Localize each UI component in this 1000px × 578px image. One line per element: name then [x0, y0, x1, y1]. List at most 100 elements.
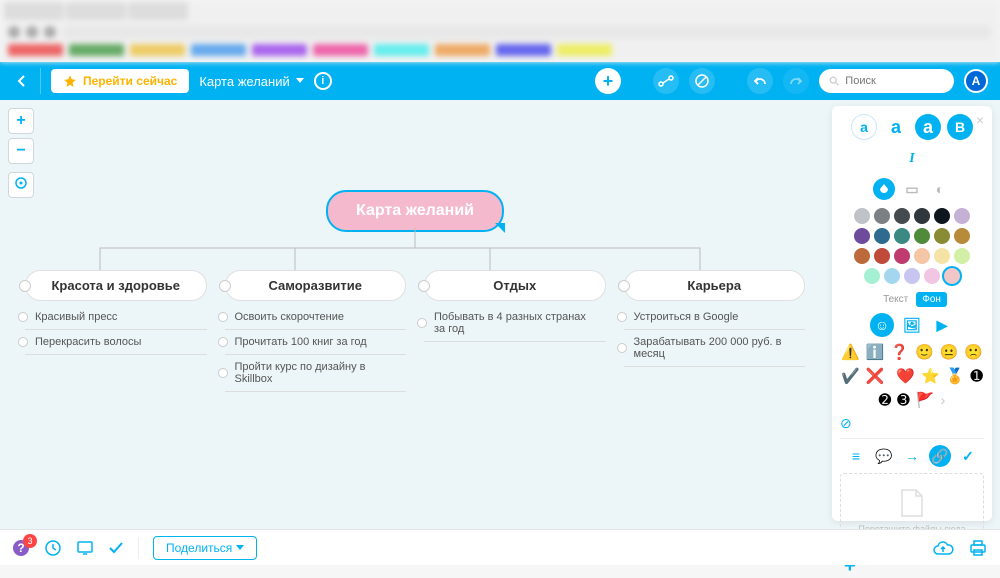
help-button[interactable]: ? 3: [12, 539, 30, 557]
emoji-option[interactable]: 🙂: [915, 343, 934, 361]
cloud-button[interactable]: [932, 540, 954, 556]
relation-button[interactable]: [653, 68, 679, 94]
emoji-picker: ⚠️ ℹ️ ❓ 🙂 😐 🙁 ✔️ ❌ ❤️ ⭐ 🏅 ➊ ➋➌ 🚩 ›: [840, 343, 984, 409]
comment-button[interactable]: 💬: [873, 445, 895, 467]
branch: Красота и здоровье Красивый прессПерекрас…: [25, 270, 207, 392]
color-swatch[interactable]: [894, 208, 910, 224]
bold-button[interactable]: B: [947, 114, 973, 140]
color-swatch[interactable]: [924, 268, 940, 284]
tab-text[interactable]: Текст: [877, 292, 914, 307]
image-button[interactable]: 🖼: [900, 313, 924, 337]
color-swatch[interactable]: [914, 248, 930, 264]
color-swatch[interactable]: [854, 228, 870, 244]
emoji-more-button[interactable]: ›: [940, 392, 945, 409]
undo-button[interactable]: [747, 68, 773, 94]
zoom-in-button[interactable]: +: [8, 108, 34, 134]
panel-close-button[interactable]: ×: [976, 112, 984, 128]
emoji-option[interactable]: ❌: [866, 367, 885, 385]
task-button[interactable]: ✓: [957, 445, 979, 467]
color-target-tabs: Текст Фон: [840, 292, 984, 307]
emoji-option[interactable]: 🏅: [946, 367, 965, 385]
emoji-option[interactable]: ⚠️: [841, 343, 860, 361]
note-button[interactable]: ≡: [845, 445, 867, 467]
emoji-option[interactable]: 🙁: [964, 343, 983, 361]
share-button[interactable]: Поделиться: [153, 536, 257, 560]
root-node[interactable]: Карта желаний: [326, 190, 504, 232]
font-medium-button[interactable]: a: [883, 114, 909, 140]
branch-node[interactable]: Отдых: [424, 270, 606, 301]
branch: Саморазвитие Освоить скорочтениеПрочитать…: [225, 270, 407, 392]
color-swatch[interactable]: [864, 268, 880, 284]
arrow-button[interactable]: →: [901, 445, 923, 467]
add-button[interactable]: +: [595, 68, 621, 94]
color-swatch[interactable]: [914, 208, 930, 224]
disable-button[interactable]: [689, 68, 715, 94]
emoji-option[interactable]: ✔️: [841, 367, 860, 385]
emoji-option[interactable]: ❤️: [896, 367, 915, 385]
emoji-option[interactable]: ➌: [897, 391, 910, 409]
back-button[interactable]: [12, 74, 30, 88]
search-input[interactable]: [845, 75, 944, 87]
document-title-dropdown[interactable]: Карта желаний: [199, 74, 303, 89]
color-swatch[interactable]: [884, 268, 900, 284]
color-swatch[interactable]: [854, 248, 870, 264]
color-swatch[interactable]: [874, 228, 890, 244]
upgrade-button[interactable]: Перейти сейчас: [51, 69, 189, 93]
leaf-node[interactable]: Освоить скорочтение: [225, 305, 407, 330]
leaf-node[interactable]: Зарабатывать 200 000 руб. в месяц: [624, 330, 806, 367]
color-swatch[interactable]: [914, 228, 930, 244]
branch-node[interactable]: Красота и здоровье: [25, 270, 207, 301]
history-button[interactable]: [44, 539, 62, 557]
color-swatch[interactable]: [934, 208, 950, 224]
leaf-node[interactable]: Побывать в 4 разных странах за год: [424, 305, 606, 342]
color-swatch[interactable]: [934, 248, 950, 264]
color-swatch[interactable]: [874, 208, 890, 224]
locate-button[interactable]: [8, 172, 34, 198]
emoji-option[interactable]: ❓: [890, 343, 909, 361]
branch-node[interactable]: Саморазвитие: [225, 270, 407, 301]
footer-bar: ? 3 Поделиться: [0, 529, 1000, 565]
border-button[interactable]: ▭: [901, 178, 923, 200]
video-button[interactable]: ▶: [930, 313, 954, 337]
redo-button[interactable]: [783, 68, 809, 94]
tab-background[interactable]: Фон: [916, 292, 947, 307]
color-swatch[interactable]: [904, 268, 920, 284]
zoom-out-button[interactable]: −: [8, 138, 34, 164]
zoom-controls: + −: [8, 108, 34, 198]
color-swatch[interactable]: [874, 248, 890, 264]
emoji-button[interactable]: ☺: [870, 313, 894, 337]
leaf-node[interactable]: Устроиться в Google: [624, 305, 806, 330]
user-avatar[interactable]: A: [964, 69, 988, 93]
emoji-clear-button[interactable]: ⊘: [840, 415, 984, 432]
color-swatch[interactable]: [954, 248, 970, 264]
leaf-node[interactable]: Красивый пресс: [25, 305, 207, 330]
color-swatch[interactable]: [954, 208, 970, 224]
info-button[interactable]: i: [314, 72, 332, 90]
present-button[interactable]: [76, 540, 94, 556]
color-swatch[interactable]: [854, 208, 870, 224]
font-large-button[interactable]: a: [915, 114, 941, 140]
color-swatch[interactable]: [944, 268, 960, 284]
emoji-option[interactable]: ℹ️: [866, 343, 885, 361]
shape-button[interactable]: ◐: [929, 178, 951, 200]
leaf-node[interactable]: Перекрасить волосы: [25, 330, 207, 355]
font-small-button[interactable]: a: [851, 114, 877, 140]
check-button[interactable]: [108, 541, 124, 555]
emoji-option[interactable]: 🚩: [916, 391, 935, 409]
fill-color-button[interactable]: [873, 178, 895, 200]
search-box[interactable]: [819, 69, 954, 93]
print-button[interactable]: [968, 539, 988, 557]
color-swatch[interactable]: [954, 228, 970, 244]
italic-button[interactable]: I: [899, 146, 925, 172]
leaf-node[interactable]: Прочитать 100 книг за год: [225, 330, 407, 355]
emoji-option[interactable]: ➊: [970, 367, 983, 385]
emoji-option[interactable]: 😐: [940, 343, 959, 361]
leaf-node[interactable]: Пройти курс по дизайну в Skillbox: [225, 355, 407, 392]
emoji-option[interactable]: ➋: [879, 391, 892, 409]
color-swatch[interactable]: [894, 248, 910, 264]
color-swatch[interactable]: [894, 228, 910, 244]
branch-node[interactable]: Карьера: [624, 270, 806, 301]
link-button[interactable]: 🔗: [929, 445, 951, 467]
emoji-option[interactable]: ⭐: [921, 367, 940, 385]
color-swatch[interactable]: [934, 228, 950, 244]
